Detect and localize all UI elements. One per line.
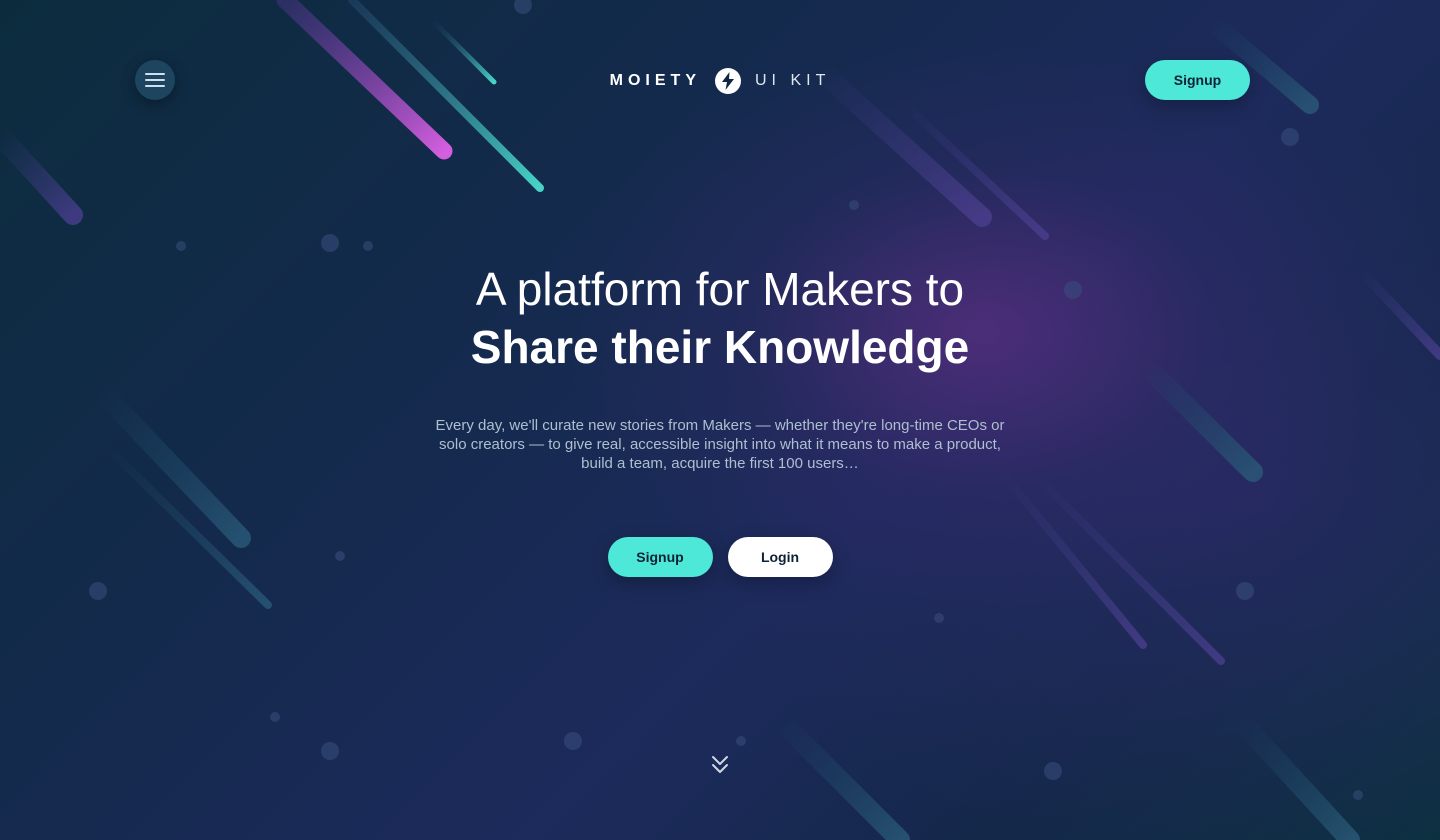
dot — [934, 613, 944, 623]
header-signup-button[interactable]: Signup — [1145, 60, 1250, 100]
streak — [1230, 710, 1360, 840]
brand-name: MOIETY — [609, 72, 701, 89]
scroll-down-button[interactable] — [710, 754, 730, 776]
dot — [1353, 790, 1363, 800]
chevron-double-down-icon — [712, 756, 728, 773]
dot — [736, 736, 746, 746]
dot — [564, 732, 582, 750]
brand-sub: UI KIT — [755, 72, 831, 89]
hero-title-line2: Share their Knowledge — [470, 321, 970, 373]
dot — [176, 241, 186, 251]
site-header: MOIETY UI KIT Signup — [0, 0, 1440, 160]
hero-title-line1: A platform for Makers to — [475, 263, 965, 315]
hero-signup-button[interactable]: Signup — [607, 537, 713, 577]
cta-buttons: Signup Login — [0, 537, 1440, 577]
dot — [849, 200, 859, 210]
hero-login-button[interactable]: Login — [727, 537, 833, 577]
dot — [363, 241, 373, 251]
dot — [321, 234, 339, 252]
dot — [321, 742, 339, 760]
hero-description: Every day, we'll curate new stories from… — [435, 417, 1005, 472]
lightning-bolt-icon — [715, 68, 741, 94]
dot — [1044, 762, 1062, 780]
streak — [770, 710, 910, 840]
dot — [89, 582, 107, 600]
dot — [1236, 582, 1254, 600]
hero-title: A platform for Makers to Share their Kno… — [0, 260, 1440, 376]
dot — [270, 712, 280, 722]
hero-section: A platform for Makers to Share their Kno… — [0, 260, 1440, 473]
